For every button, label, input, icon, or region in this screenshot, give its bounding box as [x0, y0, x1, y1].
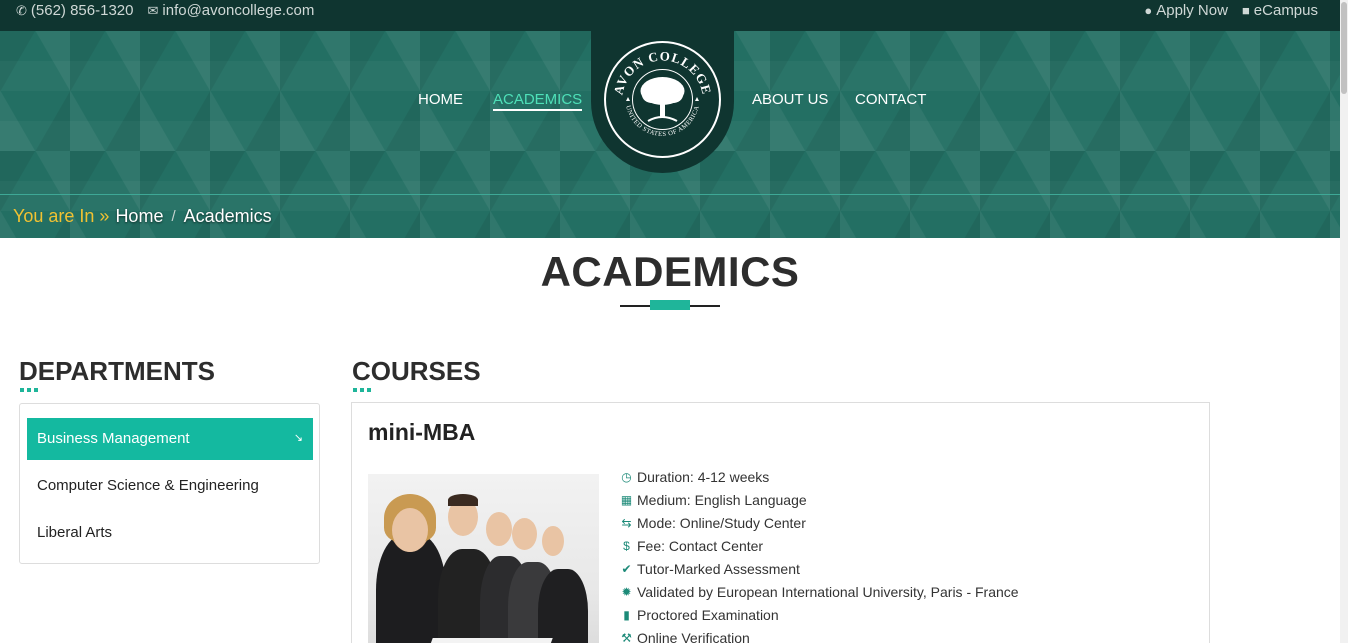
phone-link[interactable]: ✆ (562) 856-1320 — [16, 2, 133, 19]
department-liberal-arts[interactable]: Liberal Arts — [27, 512, 313, 554]
double-chevron-right-icon: » — [99, 206, 110, 226]
nav-about-us[interactable]: ABOUT US — [752, 91, 828, 108]
top-bar: ✆ (562) 856-1320 ✉ info@avoncollege.com … — [0, 0, 1340, 31]
check-circle-icon: ✔ — [621, 561, 632, 576]
department-business-management[interactable]: Business Management ↘ — [27, 418, 313, 460]
feature-mode: ⇆ Mode: Online/Study Center — [621, 514, 806, 531]
phone-icon: ✆ — [16, 2, 27, 18]
language-icon: ▦ — [620, 492, 633, 507]
breadcrumb-home[interactable]: Home — [115, 206, 163, 227]
site-header: HOME ACADEMICS ABOUT US CONTACT AVON COL… — [0, 31, 1340, 238]
course-card: mini-MBA ◷ Duration: 4-12 weeks ▦ Medium… — [351, 402, 1210, 643]
feature-examination: ▮ Proctored Examination — [620, 603, 1019, 626]
course-features: ◷ Duration: 4-12 weeks ▦ Medium: English… — [620, 465, 1019, 643]
courses-heading: COURSES — [352, 356, 481, 386]
logo-container[interactable]: AVON COLLEGE UNITED STATES OF AMERICA — [591, 31, 734, 173]
course-title[interactable]: mini-MBA — [368, 419, 475, 446]
scrollbar-thumb[interactable] — [1341, 2, 1347, 94]
nav-home[interactable]: HOME — [418, 91, 463, 108]
gavel-icon: ⚒ — [621, 630, 632, 643]
ecampus-link[interactable]: ■ eCampus — [1242, 2, 1318, 19]
exchange-icon: ⇆ — [621, 515, 632, 530]
feature-validation: ✹ Validated by European International Un… — [621, 583, 1019, 600]
heading-accent — [353, 388, 371, 392]
breadcrumb-current: Academics — [183, 206, 272, 226]
heading-accent — [20, 388, 38, 392]
breadcrumb-separator: / — [171, 208, 176, 225]
dollar-icon: $ — [623, 538, 630, 553]
scrollbar[interactable] — [1340, 0, 1348, 643]
user-icon: ● — [1144, 3, 1153, 18]
envelope-icon: ✉ — [147, 2, 159, 18]
department-computer-science[interactable]: Computer Science & Engineering — [27, 465, 313, 507]
feature-fee: $ Fee: Contact Center — [620, 534, 1019, 557]
departments-list: Business Management ↘ Computer Science &… — [19, 403, 320, 564]
apply-now-link[interactable]: ● Apply Now — [1144, 2, 1228, 19]
feature-verification: ⚒ Online Verification — [621, 629, 750, 643]
nav-academics[interactable]: ACADEMICS — [493, 91, 583, 111]
clock-icon: ◷ — [621, 469, 632, 484]
feature-assessment: ✔ Tutor-Marked Assessment — [621, 560, 800, 577]
college-logo[interactable]: AVON COLLEGE UNITED STATES OF AMERICA — [604, 41, 721, 158]
file-icon: ▮ — [623, 607, 630, 622]
college-seal-icon: AVON COLLEGE UNITED STATES OF AMERICA — [610, 48, 713, 138]
page-title: ACADEMICS — [540, 248, 800, 295]
breadcrumb-prefix: You are In » — [13, 206, 110, 226]
feature-duration: ◷ Duration: 4-12 weeks — [621, 468, 770, 485]
breadcrumb: You are In » Home / Academics — [13, 206, 272, 227]
lock-icon: ■ — [1241, 3, 1250, 18]
certificate-icon: ✹ — [621, 584, 632, 599]
email-link[interactable]: ✉ info@avoncollege.com — [147, 2, 314, 19]
nav-contact[interactable]: CONTACT — [855, 91, 926, 108]
arrow-down-right-icon: ↘ — [293, 432, 303, 444]
title-divider — [620, 300, 720, 310]
course-image — [368, 474, 599, 643]
feature-medium: ▦ Medium: English Language — [620, 491, 807, 508]
departments-heading: DEPARTMENTS — [19, 356, 215, 386]
